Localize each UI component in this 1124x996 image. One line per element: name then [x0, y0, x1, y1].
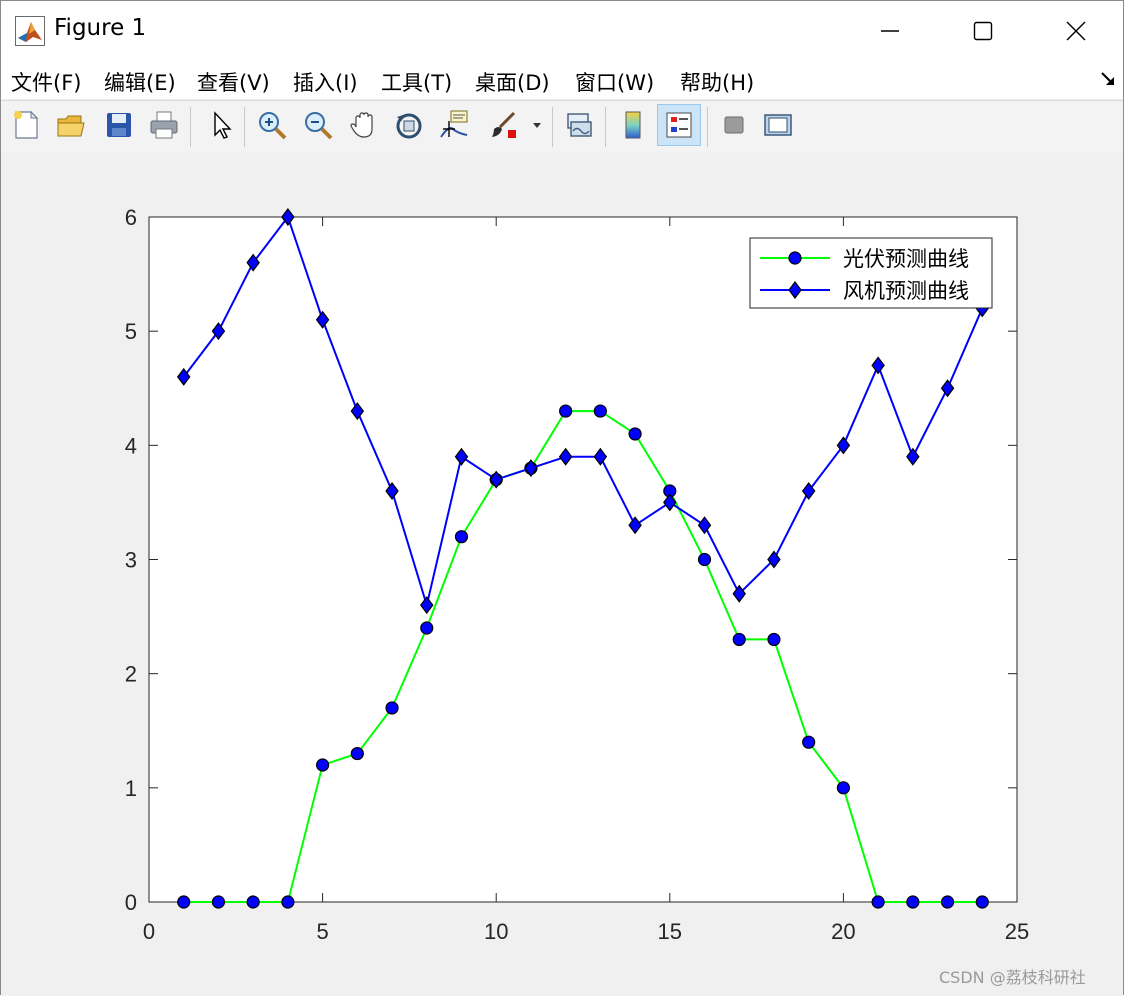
data-point — [940, 895, 955, 909]
data-point — [836, 781, 851, 795]
data-point — [177, 895, 191, 909]
x-tick-label: 10 — [484, 919, 508, 944]
data-point — [628, 427, 642, 441]
y-tick-label: 2 — [125, 662, 137, 687]
data-point — [316, 758, 330, 772]
y-tick-label: 4 — [125, 433, 137, 458]
y-tick-label: 1 — [125, 776, 137, 801]
axes-box — [148, 216, 1018, 903]
data-point — [732, 632, 746, 647]
data-point — [767, 632, 781, 647]
data-point — [871, 895, 885, 909]
data-point — [350, 746, 364, 761]
x-tick-label: 5 — [316, 919, 328, 944]
data-point — [246, 895, 260, 909]
plot-axes[interactable]: 0 5 10 15 20 25 0 1 2 3 4 5 6 光伏预测曲线风机预测曲线 — [1, 1, 1124, 996]
y-tick-label: 5 — [125, 319, 137, 344]
data-point — [454, 530, 469, 544]
x-tick-label: 20 — [831, 919, 855, 944]
data-point — [802, 735, 816, 749]
data-point — [593, 404, 607, 418]
data-point — [559, 404, 573, 418]
data-point — [211, 895, 226, 909]
legend-label: 风机预测曲线 — [843, 279, 969, 303]
x-tick-label: 25 — [1005, 919, 1029, 944]
data-point — [697, 552, 712, 567]
legend-marker — [788, 251, 802, 265]
y-tick-label: 0 — [125, 890, 137, 915]
data-point — [906, 895, 920, 909]
y-tick-label: 3 — [125, 548, 137, 573]
data-point — [975, 895, 989, 909]
data-point — [385, 701, 399, 715]
figure-window: Figure 1 文件(F) 编辑(E) 查看(V) 插入(I) 工具(T) 桌… — [0, 0, 1124, 995]
y-tick-label: 6 — [125, 205, 137, 230]
legend-label: 光伏预测曲线 — [843, 247, 969, 271]
watermark-text: CSDN @荔枝科研社 — [939, 968, 1086, 987]
x-tick-label: 15 — [658, 919, 682, 944]
x-tick-label: 0 — [143, 919, 155, 944]
data-point — [420, 621, 434, 635]
data-point — [281, 895, 295, 909]
